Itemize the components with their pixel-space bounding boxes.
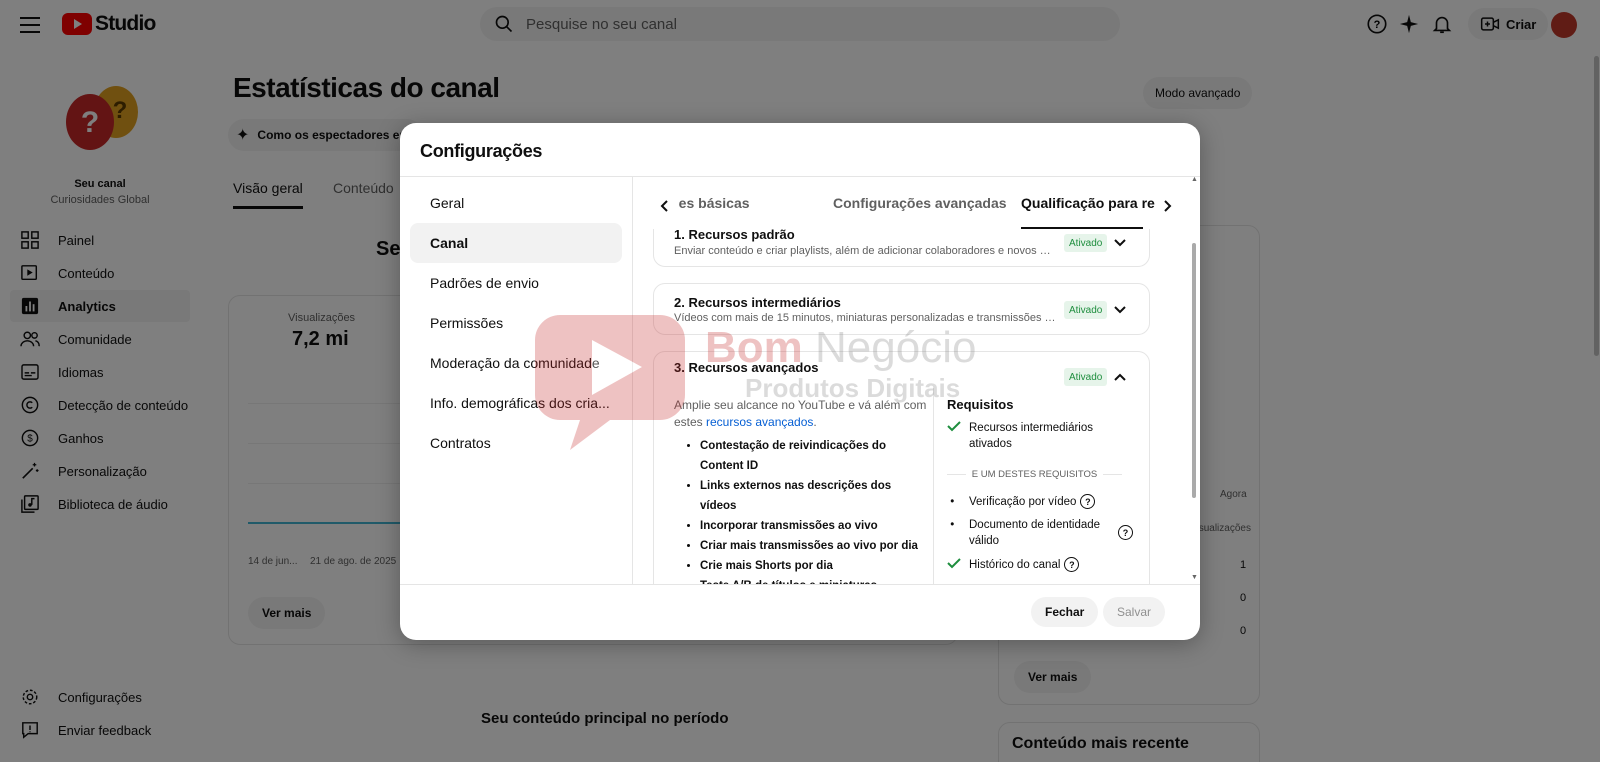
settings-nav-moderacao[interactable]: Moderação da comunidade bbox=[410, 343, 622, 383]
feature-card-standard[interactable]: 1. Recursos padrão Enviar conteúdo e cri… bbox=[653, 229, 1150, 267]
list-item: Criar mais transmissões ao vivo por dia bbox=[700, 536, 925, 556]
requirement-label: Recursos intermediários ativados bbox=[969, 422, 1093, 450]
requirement-option-met: Histórico do canal? bbox=[947, 557, 1137, 574]
help-icon[interactable]: ? bbox=[1064, 557, 1080, 573]
chevron-down-icon[interactable] bbox=[1112, 235, 1128, 251]
status-badge: Ativado bbox=[1064, 301, 1108, 319]
feature-description: Vídeos com mais de 15 minutos, miniatura… bbox=[674, 312, 1059, 324]
chevron-down-icon[interactable] bbox=[1112, 302, 1128, 318]
chevron-up-icon[interactable] bbox=[1112, 369, 1128, 385]
status-badge: Ativado bbox=[1064, 368, 1108, 386]
settings-dialog: Configurações Geral Canal Padrões de env… bbox=[400, 123, 1200, 640]
advanced-intro: Amplie seu alcance no YouTube e vá além … bbox=[674, 397, 929, 431]
chevron-left-icon[interactable] bbox=[653, 194, 677, 218]
settings-nav-info-demograficas[interactable]: Info. demográficas dos cria... bbox=[410, 383, 622, 423]
dialog-title: Configurações bbox=[420, 141, 543, 161]
checkmark-icon bbox=[947, 557, 969, 574]
settings-nav-canal[interactable]: Canal bbox=[410, 223, 622, 263]
feature-description: Enviar conteúdo e criar playlists, além … bbox=[674, 245, 1059, 257]
requirement-label: Verificação por vídeo bbox=[969, 496, 1077, 508]
feature-title: 3. Recursos avançados bbox=[674, 360, 819, 375]
tab-informacoes-basicas[interactable]: Informações básicas bbox=[679, 195, 750, 211]
settings-nav-permissoes[interactable]: Permissões bbox=[410, 303, 622, 343]
feature-card-advanced: 3. Recursos avançados Ativado Amplie seu… bbox=[653, 351, 1150, 584]
list-item: Incorporar transmissões ao vivo bbox=[700, 516, 925, 536]
requirement-option: • Verificação por vídeo? bbox=[947, 494, 1137, 510]
feature-eligibility-content: 1. Recursos padrão Enviar conteúdo e cri… bbox=[633, 229, 1183, 584]
feature-card-intermediate[interactable]: 2. Recursos intermediários Vídeos com ma… bbox=[653, 283, 1150, 335]
settings-nav-geral[interactable]: Geral bbox=[410, 183, 622, 223]
bullet: • bbox=[947, 496, 955, 508]
tab-qualificacao-recursos[interactable]: Qualificação para recursos bbox=[1021, 195, 1155, 211]
save-button[interactable]: Salvar bbox=[1103, 597, 1166, 627]
scroll-down-arrow-icon[interactable]: ▼ bbox=[1191, 574, 1198, 581]
requirement-option: • Documento de identidade válido ? bbox=[947, 517, 1137, 549]
help-icon[interactable]: ? bbox=[1118, 525, 1133, 540]
divider bbox=[400, 584, 1200, 585]
advanced-features-link[interactable]: recursos avançados bbox=[706, 415, 813, 429]
requirements-separator: E UM DESTES REQUISITOS bbox=[947, 469, 1122, 480]
close-button[interactable]: Fechar bbox=[1031, 597, 1099, 627]
list-item: Links externos nas descrições dos vídeos bbox=[700, 476, 925, 516]
list-item: Crie mais Shorts por dia bbox=[700, 556, 925, 576]
intro-end: . bbox=[813, 415, 817, 429]
scroll-up-arrow-icon[interactable]: ▲ bbox=[1191, 176, 1198, 183]
settings-nav-padroes-envio[interactable]: Padrões de envio bbox=[410, 263, 622, 303]
chevron-right-icon[interactable] bbox=[1155, 194, 1179, 218]
requirement-label: Documento de identidade válido bbox=[969, 519, 1101, 547]
requirements-title: Requisitos bbox=[947, 397, 1014, 412]
advanced-features-list: Contestação de reivindicações do Content… bbox=[700, 436, 925, 584]
feature-title: 1. Recursos padrão bbox=[674, 229, 795, 242]
dialog-scrollbar[interactable] bbox=[1192, 243, 1196, 498]
requirement-met: Recursos intermediários ativados bbox=[947, 420, 1137, 452]
separator-label: E UM DESTES REQUISITOS bbox=[971, 469, 1098, 480]
status-badge: Ativado bbox=[1064, 234, 1108, 252]
settings-nav-contratos[interactable]: Contratos bbox=[410, 423, 622, 463]
help-icon[interactable]: ? bbox=[1080, 494, 1096, 510]
divider bbox=[933, 388, 934, 584]
list-item: Contestação de reivindicações do Content… bbox=[700, 436, 925, 476]
tabs-scroll-area: Informações básicas Configurações avança… bbox=[679, 177, 1155, 231]
feature-title: 2. Recursos intermediários bbox=[674, 295, 841, 310]
settings-tabs: Informações básicas Configurações avança… bbox=[633, 177, 1200, 231]
list-item: Teste A/B de títulos e miniaturas bbox=[700, 576, 925, 584]
tab-configuracoes-avancadas[interactable]: Configurações avançadas bbox=[833, 195, 1007, 211]
requirement-label: Histórico do canal bbox=[969, 559, 1061, 571]
bullet: • bbox=[947, 519, 955, 531]
checkmark-icon bbox=[947, 420, 969, 452]
